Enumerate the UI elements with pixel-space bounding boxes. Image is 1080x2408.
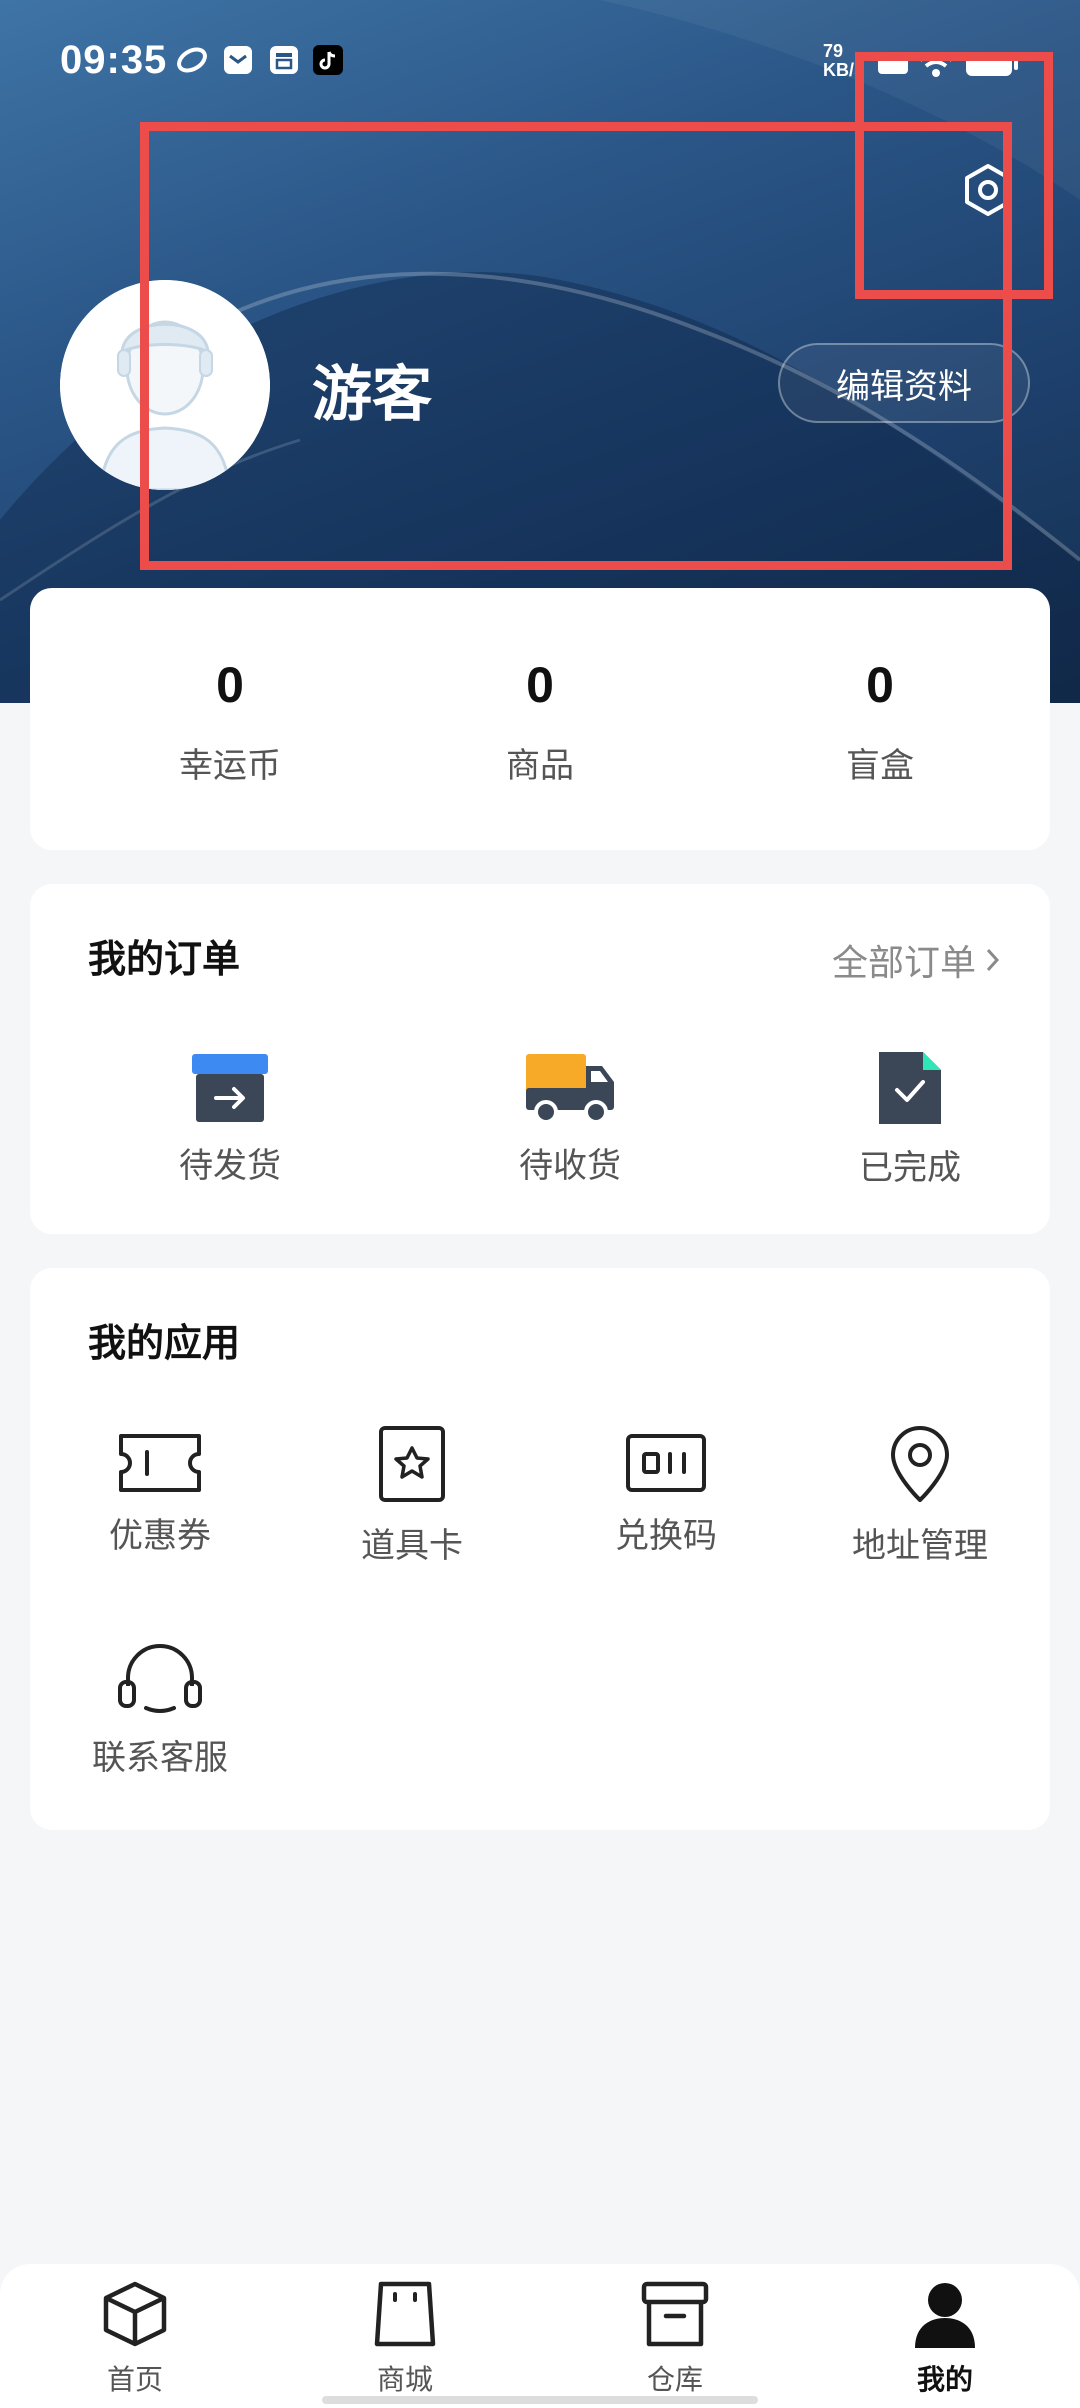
stat-products[interactable]: 0 商品 [390,656,690,787]
app-coupons[interactable]: 优惠券 [60,1432,260,1557]
app-item-cards[interactable]: 道具卡 [312,1424,512,1567]
order-label: 已完成 [859,1148,961,1188]
chevron-right-icon [986,948,1000,972]
tab-label: 商城 [376,2363,433,2396]
tab-warehouse[interactable]: 仓库 [585,2280,765,2398]
app-label: 联系客服 [92,1738,228,1778]
stat-label: 幸运币 [179,746,281,786]
tiktok-icon [313,45,343,75]
headset-icon [118,1644,202,1713]
vpn-icon [177,47,207,73]
tab-profile[interactable]: 我的 [855,2280,1035,2398]
apps-card: 我的应用 优惠券 道具卡 兑换码 地址管理 联系客服 [30,1268,1050,1830]
orders-card: 我的订单 全部订单 待发货 待收货 已完成 [30,884,1050,1234]
tab-label: 我的 [916,2363,973,2396]
mail-icon [224,46,252,74]
completed-doc-icon [879,1052,941,1124]
tab-mall[interactable]: 商城 [315,2280,495,2398]
stat-label: 盲盒 [846,746,914,786]
stat-label: 商品 [506,746,574,786]
store-icon [270,46,298,74]
stats-card: 0 幸运币 0 商品 0 盲盒 [30,588,1050,850]
stat-blind-boxes[interactable]: 0 盲盒 [730,656,1030,787]
app-redeem-code[interactable]: 兑换码 [566,1432,766,1557]
star-card-icon [379,1426,445,1502]
annotation-box-settings [855,52,1053,299]
app-label: 优惠券 [109,1516,211,1556]
order-label: 待收货 [519,1146,621,1186]
app-customer-service[interactable]: 联系客服 [60,1642,260,1779]
tab-label: 首页 [106,2363,163,2396]
apps-title: 我的应用 [88,1321,241,1365]
stat-value: 0 [216,657,244,713]
all-orders-link[interactable]: 全部订单 [832,934,1002,986]
app-label: 兑换码 [615,1516,717,1556]
app-label: 地址管理 [852,1526,988,1566]
cube-icon [103,2281,167,2347]
redeem-code-icon [626,1434,706,1492]
bottom-tab-bar: 首页 商城 仓库 我的 [0,2264,1080,2408]
archive-box-icon [641,2281,709,2347]
app-address-management[interactable]: 地址管理 [820,1424,1020,1567]
coupon-icon [119,1434,201,1492]
stat-value: 0 [526,657,554,713]
stat-value: 0 [866,657,894,713]
to-ship-icon [192,1054,268,1122]
order-completed[interactable]: 已完成 [790,1050,1030,1189]
location-pin-icon [891,1426,949,1502]
app-label: 道具卡 [361,1526,463,1566]
order-to-receive[interactable]: 待收货 [450,1052,690,1187]
home-indicator [322,2396,758,2404]
tab-home[interactable]: 首页 [45,2280,225,2398]
stat-lucky-coins[interactable]: 0 幸运币 [80,656,380,787]
tab-label: 仓库 [646,2363,703,2396]
shopping-bag-icon [374,2281,436,2347]
order-to-ship[interactable]: 待发货 [110,1052,350,1187]
order-label: 待发货 [179,1146,281,1186]
user-icon [915,2283,975,2348]
orders-title: 我的订单 [88,937,241,981]
truck-icon [526,1054,614,1124]
status-time: 09:35 [60,38,168,82]
all-orders-label: 全部订单 [831,943,976,984]
